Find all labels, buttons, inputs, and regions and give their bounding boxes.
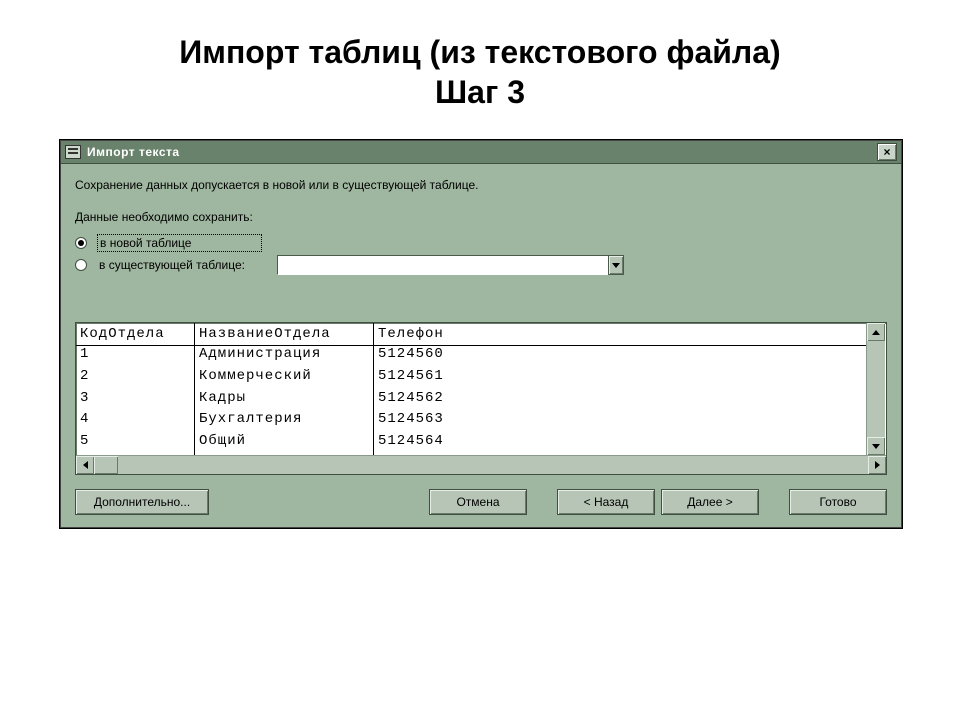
preview-area: КодОтдела НазваниеОтдела Телефон 1 Админ… — [75, 322, 887, 475]
horizontal-scrollbar[interactable] — [76, 455, 886, 474]
scroll-left-button[interactable] — [76, 456, 94, 474]
client-area: Сохранение данных допускается в новой ил… — [61, 164, 901, 527]
table-row: 3 Кадры 5124562 — [76, 390, 866, 412]
chevron-down-icon — [612, 263, 620, 268]
scroll-thumb[interactable] — [94, 456, 118, 474]
advanced-button[interactable]: Дополнительно... — [75, 489, 209, 515]
existing-table-combo[interactable] — [277, 255, 624, 275]
col-header: НазваниеОтдела — [195, 323, 374, 346]
save-prompt: Данные необходимо сохранить: — [75, 210, 887, 224]
radio-dot-icon — [78, 240, 84, 246]
radio-new-label: в новой таблице — [97, 234, 262, 252]
wizard-window: Импорт текста × Сохранение данных допуск… — [60, 140, 902, 528]
scroll-down-button[interactable] — [867, 437, 885, 455]
scroll-right-button[interactable] — [868, 456, 886, 474]
close-icon: × — [883, 145, 890, 159]
combo-dropdown-button[interactable] — [608, 255, 624, 275]
chevron-down-icon — [872, 444, 880, 449]
finish-button[interactable]: Готово — [789, 489, 887, 515]
cancel-button[interactable]: Отмена — [429, 489, 527, 515]
button-bar: Дополнительно... Отмена < Назад Далее > … — [75, 489, 887, 515]
next-button[interactable]: Далее > — [661, 489, 759, 515]
combo-input[interactable] — [277, 255, 608, 275]
chevron-right-icon — [875, 461, 880, 469]
radio-row-existing[interactable]: в существующей таблице: — [75, 254, 887, 276]
slide-title-line1: Импорт таблиц (из текстового файла) — [179, 34, 780, 70]
radio-existing-label: в существующей таблице: — [97, 257, 247, 273]
scroll-up-button[interactable] — [867, 323, 885, 341]
table-row: 2 Коммерческий 5124561 — [76, 368, 866, 390]
col-header: Телефон — [374, 323, 867, 346]
window-title: Импорт текста — [87, 145, 877, 159]
slide-title-line2: Шаг 3 — [435, 74, 525, 110]
preview-box: КодОтдела НазваниеОтдела Телефон 1 Админ… — [75, 322, 887, 475]
chevron-left-icon — [83, 461, 88, 469]
close-button[interactable]: × — [877, 143, 897, 161]
vertical-scrollbar[interactable] — [866, 323, 885, 455]
back-button[interactable]: < Назад — [557, 489, 655, 515]
radio-new-table[interactable] — [75, 237, 87, 249]
preview-table: КодОтдела НазваниеОтдела Телефон 1 Админ… — [76, 323, 866, 455]
table-row: 1 Администрация 5124560 — [76, 346, 866, 368]
titlebar[interactable]: Импорт текста × — [61, 141, 901, 164]
slide-title: Импорт таблиц (из текстового файла) Шаг … — [0, 0, 960, 112]
table-row: 5 Общий 5124564 — [76, 433, 866, 455]
chevron-up-icon — [872, 330, 880, 335]
preview-header-row: КодОтдела НазваниеОтдела Телефон — [76, 323, 866, 346]
radio-existing-table[interactable] — [75, 259, 87, 271]
radio-row-new[interactable]: в новой таблице — [75, 232, 887, 254]
window-icon — [65, 145, 81, 159]
table-row: 4 Бухгалтерия 5124563 — [76, 411, 866, 433]
info-text: Сохранение данных допускается в новой ил… — [75, 178, 887, 192]
col-header: КодОтдела — [76, 323, 195, 346]
scroll-track[interactable] — [118, 456, 868, 474]
